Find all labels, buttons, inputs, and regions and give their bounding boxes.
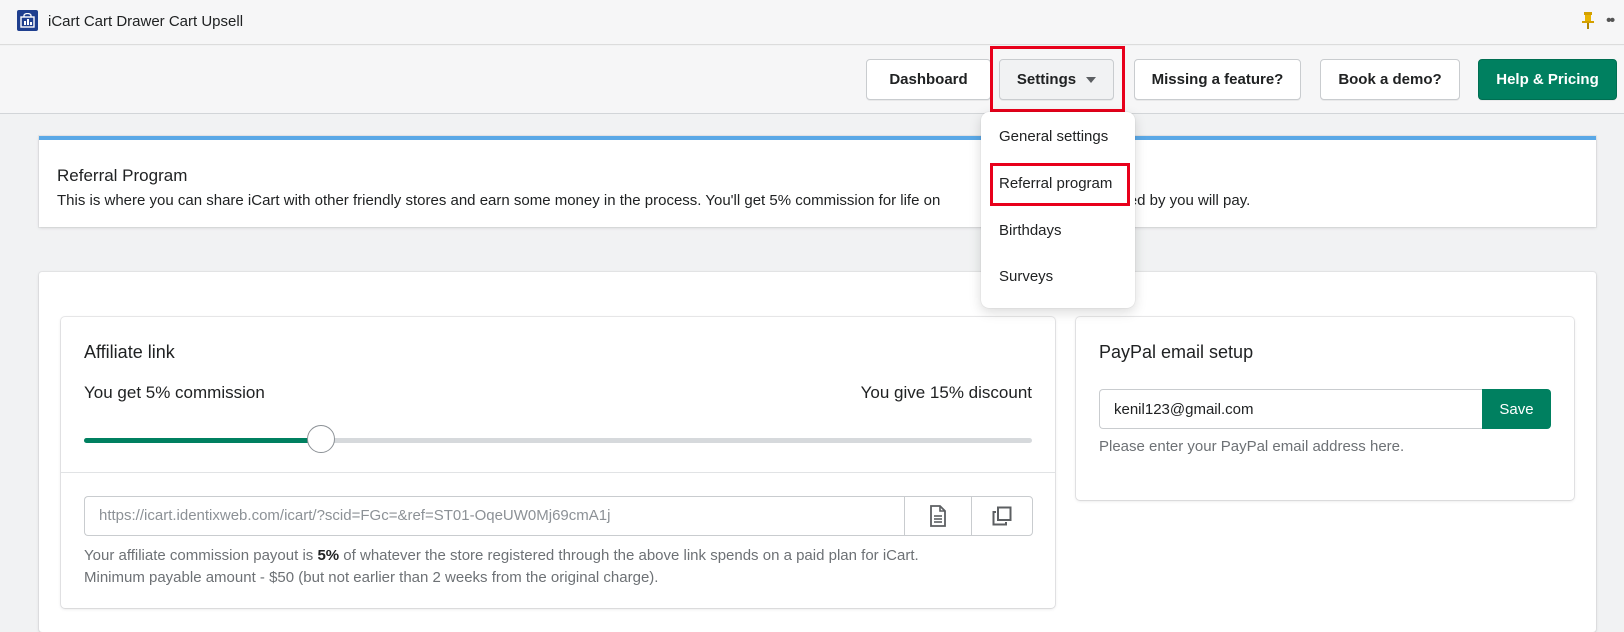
document-button[interactable] xyxy=(904,496,972,536)
menu-item-general-settings[interactable]: General settings xyxy=(999,128,1108,145)
commission-label: You get 5% commission xyxy=(84,383,265,402)
paypal-email-card: PayPal email setup Save Please enter you… xyxy=(1076,317,1574,500)
settings-dropdown-menu: General settings Referral program Birthd… xyxy=(981,112,1135,308)
missing-feature-button[interactable]: Missing a feature? xyxy=(1134,59,1301,100)
copy-button[interactable] xyxy=(971,496,1033,536)
affiliate-help-post: of whatever the store registered through… xyxy=(339,547,919,564)
affiliate-link-field[interactable]: https://icart.identixweb.com/icart/?scid… xyxy=(84,496,909,536)
menu-item-surveys[interactable]: Surveys xyxy=(999,268,1053,285)
more-options-icon[interactable]: •• xyxy=(1606,12,1615,30)
affiliate-help-line2: Minimum payable amount - $50 (but not ea… xyxy=(84,569,659,586)
affiliate-help-bold: 5% xyxy=(317,547,340,564)
document-icon xyxy=(930,505,946,527)
settings-button[interactable]: Settings xyxy=(999,59,1114,100)
app-title: iCart Cart Drawer Cart Upsell xyxy=(48,13,244,30)
affiliate-link-card: Affiliate link You get 5% commission You… xyxy=(61,317,1055,608)
settings-button-label: Settings xyxy=(1016,71,1077,88)
banner-description-left: This is where you can share iCart with o… xyxy=(57,192,941,209)
caret-down-icon xyxy=(1086,76,1097,83)
referral-program-banner: Referral Program This is where you can s… xyxy=(39,136,1596,227)
slider-fill xyxy=(84,438,321,443)
title-bar: iCart Cart Drawer Cart Upsell •• xyxy=(0,0,1624,45)
book-demo-button-label: Book a demo? xyxy=(1338,71,1442,88)
book-demo-button[interactable]: Book a demo? xyxy=(1320,59,1460,100)
paypal-title: PayPal email setup xyxy=(1099,342,1254,362)
affiliate-help-text: Your affiliate commission payout is 5% o… xyxy=(84,545,919,589)
banner-title: Referral Program xyxy=(57,166,188,185)
menu-item-referral-program[interactable]: Referral program xyxy=(999,175,1112,192)
commission-slider[interactable] xyxy=(84,425,1032,453)
save-button[interactable]: Save xyxy=(1482,389,1551,429)
affiliate-title: Affiliate link xyxy=(84,342,175,362)
affiliate-help-pre: Your affiliate commission payout is xyxy=(84,547,318,564)
menu-item-birthdays[interactable]: Birthdays xyxy=(999,222,1062,239)
missing-feature-button-label: Missing a feature? xyxy=(1151,71,1284,88)
copy-icon xyxy=(992,506,1012,526)
slider-thumb[interactable] xyxy=(307,425,335,453)
discount-label: You give 15% discount xyxy=(860,383,1032,402)
paypal-email-input[interactable] xyxy=(1099,389,1482,429)
paypal-help-text: Please enter your PayPal email address h… xyxy=(1099,438,1405,455)
dashboard-button[interactable]: Dashboard xyxy=(866,59,991,100)
help-pricing-button[interactable]: Help & Pricing xyxy=(1478,59,1617,100)
app-icon xyxy=(17,10,38,31)
dashboard-button-label: Dashboard xyxy=(889,71,968,88)
divider xyxy=(61,472,1055,473)
help-pricing-button-label: Help & Pricing xyxy=(1496,71,1599,88)
pin-icon[interactable] xyxy=(1582,12,1594,34)
